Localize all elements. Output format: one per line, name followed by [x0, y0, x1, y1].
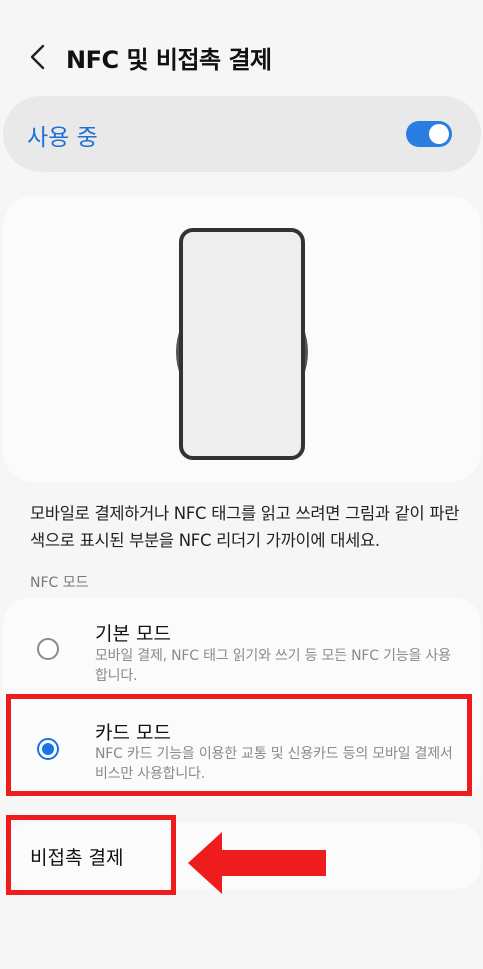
red-arrow-icon: [188, 832, 326, 894]
card-mode-highlight: [6, 694, 472, 796]
basic-mode-radio[interactable]: [37, 638, 59, 660]
switch-knob: [429, 124, 449, 144]
toggle-label: 사용 중: [27, 125, 98, 151]
phone-nfc-illustration: [176, 228, 308, 460]
nfc-mode-section-label: NFC 모드: [30, 575, 89, 591]
basic-mode-desc: 모바일 결제, NFC 태그 읽기와 쓰기 등 모든 NFC 기능을 사용합니다…: [95, 648, 451, 684]
back-button[interactable]: [22, 40, 56, 74]
page-title: NFC 및 비접촉 결제: [66, 46, 272, 74]
app-header: NFC 및 비접촉 결제: [0, 0, 483, 96]
nfc-switch[interactable]: [406, 121, 452, 147]
contactless-payment-highlight: [6, 815, 176, 895]
basic-mode-title[interactable]: 기본 모드: [95, 619, 171, 646]
illustration-card: [3, 196, 481, 482]
chevron-left-icon: [30, 44, 45, 70]
nfc-description: 모바일로 결제하거나 NFC 태그를 읽고 쓰려면 그림과 같이 파란색으로 표…: [30, 504, 460, 550]
